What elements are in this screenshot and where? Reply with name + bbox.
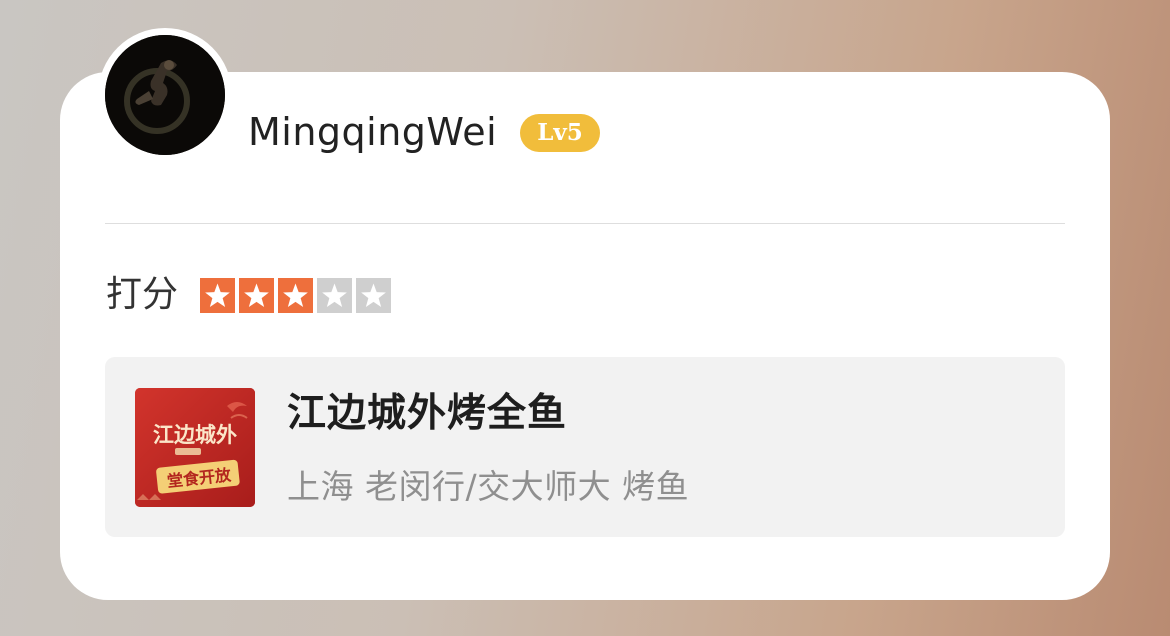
avatar-frame[interactable] bbox=[98, 28, 232, 162]
shop-thumbnail[interactable]: 江边城外 堂食开放 bbox=[135, 388, 255, 507]
star-filled-icon bbox=[239, 278, 274, 313]
divider bbox=[105, 223, 1065, 224]
star-rating bbox=[200, 278, 391, 313]
shop-thumbnail-image: 江边城外 堂食开放 bbox=[135, 388, 255, 507]
level-badge: Lv5 bbox=[520, 114, 600, 152]
star-filled-icon bbox=[278, 278, 313, 313]
star-filled-icon bbox=[200, 278, 235, 313]
username[interactable]: MingqingWei bbox=[248, 108, 497, 156]
avatar[interactable] bbox=[105, 35, 225, 155]
thumb-logo-text: 江边城外 bbox=[153, 423, 237, 447]
moon-astronaut-icon bbox=[105, 35, 225, 155]
shop-name[interactable]: 江边城外烤全鱼 bbox=[287, 389, 567, 439]
shop-meta: 上海 老闵行/交大师大 烤鱼 bbox=[287, 467, 690, 506]
star-empty-icon bbox=[317, 278, 352, 313]
rating-label: 打分 bbox=[106, 274, 179, 315]
star-empty-icon bbox=[356, 278, 391, 313]
